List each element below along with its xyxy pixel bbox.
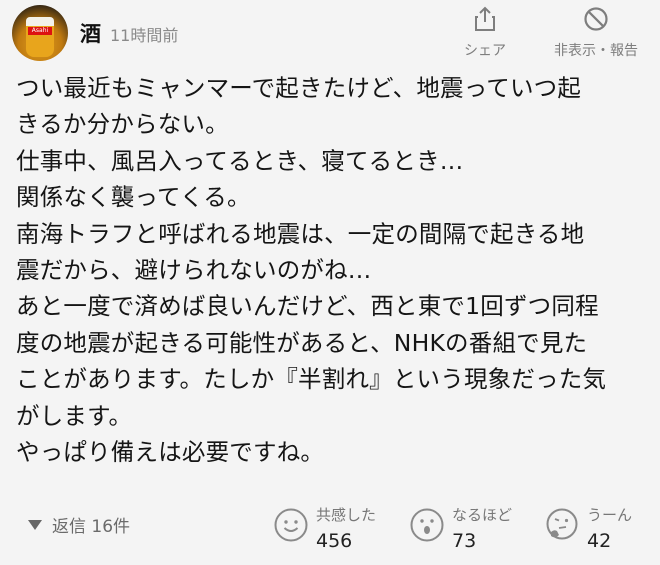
username[interactable]: 酒 bbox=[80, 18, 101, 48]
share-icon bbox=[475, 6, 495, 31]
post-line: ことがあります。たしか『半割れ』という現象だった気 bbox=[16, 365, 607, 394]
hide-report-label: 非表示・報告 bbox=[554, 43, 638, 59]
replies-toggle[interactable]: 返信 16件 bbox=[28, 512, 130, 537]
post-line: きるか分からない。 bbox=[16, 110, 229, 139]
thinking-face-icon bbox=[546, 508, 578, 540]
reaction-label: うーん bbox=[587, 506, 633, 524]
triangle-down-icon bbox=[28, 520, 42, 530]
post-line: 仕事中、風呂入ってるとき、寝てるとき… bbox=[16, 146, 464, 175]
block-icon bbox=[584, 7, 608, 31]
post-line: つい最近もミャンマーで起きたけど、地震っていつ起 bbox=[16, 74, 582, 102]
replies-label: 返信 16件 bbox=[52, 517, 131, 537]
surprised-face-icon bbox=[410, 508, 444, 542]
smile-face-icon bbox=[274, 508, 308, 542]
post-line: 南海トラフと呼ばれる地震は、一定の間隔で起きる地 bbox=[16, 219, 585, 248]
share-button[interactable]: シェア bbox=[455, 6, 515, 60]
post-footer: 返信 16件 共感した 456 なるほど 73 うーん 42 bbox=[0, 490, 660, 565]
post-line: がします。 bbox=[16, 401, 133, 430]
reaction-count: 456 bbox=[316, 530, 353, 552]
reaction-label: なるほど bbox=[452, 506, 513, 524]
post-line: 関係なく襲ってくる。 bbox=[16, 183, 251, 212]
post-header: Asahi 酒 11時間前 シェア 非表示・報告 bbox=[0, 0, 660, 70]
reaction-label: 共感した bbox=[316, 506, 377, 524]
reaction-count: 73 bbox=[452, 530, 477, 552]
avatar[interactable]: Asahi bbox=[12, 5, 68, 61]
post-line: やっぱり備えは必要ですね。 bbox=[16, 438, 325, 467]
avatar-logo: Asahi bbox=[28, 27, 52, 35]
beer-glass-image bbox=[26, 17, 54, 57]
post-line: 震だから、避けられないのがね… bbox=[16, 256, 372, 285]
timestamp: 11時間前 bbox=[110, 26, 179, 45]
post-line: 度の地震が起きる可能性があると、NHKの番組で見た bbox=[16, 328, 588, 357]
post-body: つい最近もミャンマーで起きたけど、地震っていつ起 きるか分からない。 仕事中、風… bbox=[16, 70, 646, 470]
hide-report-button[interactable]: 非表示・報告 bbox=[538, 6, 654, 60]
share-label: シェア bbox=[464, 43, 506, 59]
reaction-count: 42 bbox=[587, 530, 612, 552]
post-line: あと一度で済めば良いんだけど、西と東で1回ずつ同程 bbox=[16, 292, 599, 321]
